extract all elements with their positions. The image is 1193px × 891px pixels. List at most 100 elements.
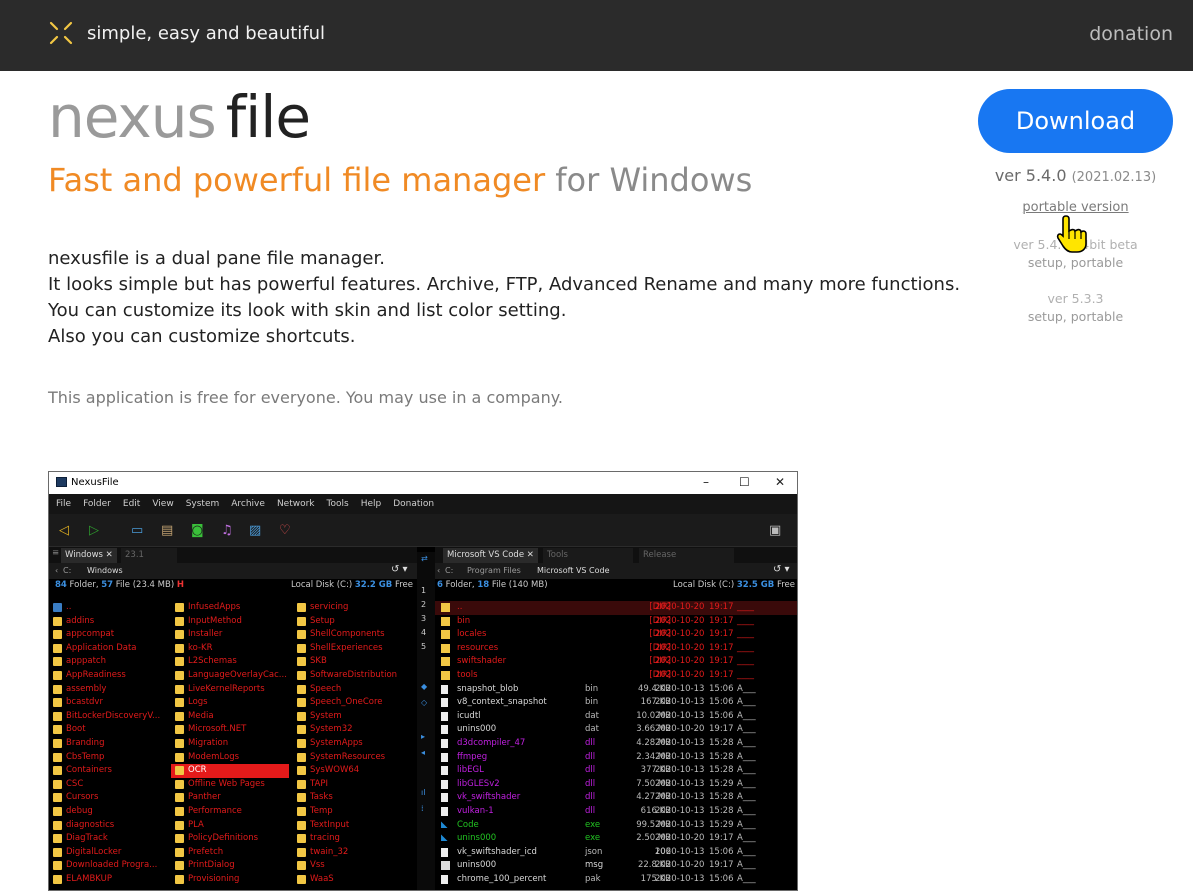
file-row[interactable]: locales [DIR] 2020-10-20 19:17 ____	[435, 628, 797, 642]
folder-item[interactable]: Tasks	[293, 791, 411, 805]
folder-item[interactable]: System	[293, 710, 411, 724]
menu-archive[interactable]: Archive	[231, 499, 265, 509]
file-row[interactable]: resources [DIR] 2020-10-20 19:17 ____	[435, 642, 797, 656]
folder-item[interactable]: SystemApps	[293, 737, 411, 751]
file-row[interactable]: unins000 dat 3.66 MB 2020-10-20 19:17 A___	[435, 723, 797, 737]
folder-item[interactable]: System32	[293, 723, 411, 737]
file-row[interactable]: bin [DIR] 2020-10-20 19:17 ____	[435, 615, 797, 629]
folder-item[interactable]: BitLockerDiscoveryV...	[49, 710, 167, 724]
folder-item[interactable]: Migration	[171, 737, 289, 751]
folder-item[interactable]: SystemResources	[293, 751, 411, 765]
nexusfile-logo-icon[interactable]	[48, 20, 74, 46]
file-row[interactable]: tools [DIR] 2020-10-20 19:17 ____	[435, 669, 797, 683]
file-row[interactable]: libGLESv2 dll 7.50 MB 2020-10-13 15:29 A___	[435, 778, 797, 792]
file-row[interactable]: chrome_100_percent pak 175 KB 2020-10-13 15:…	[435, 873, 797, 887]
folder-item[interactable]: Media	[171, 710, 289, 724]
folder-item[interactable]: Application Data	[49, 642, 167, 656]
box-icon[interactable]: ▨	[249, 523, 261, 539]
old-download-links[interactable]: setup, portable	[978, 308, 1173, 326]
folder-item[interactable]: Vss	[293, 859, 411, 873]
heart-icon[interactable]: ♡	[279, 523, 291, 539]
folder-item[interactable]: tracing	[293, 832, 411, 846]
folder-item[interactable]: AppReadiness	[49, 669, 167, 683]
folder-item[interactable]: DigitalLocker	[49, 846, 167, 860]
menu-donation[interactable]: Donation	[393, 499, 434, 509]
folder-item[interactable]: ko-KR	[171, 642, 289, 656]
folder-item[interactable]: Downloaded Progra...	[49, 859, 167, 873]
close-icon[interactable]: ✕	[775, 475, 785, 489]
folder-item[interactable]: ..	[49, 601, 167, 615]
file-row[interactable]: vk_swiftshader_icd json 106 2020-10-13 15:06…	[435, 846, 797, 860]
folder-item[interactable]: Prefetch	[171, 846, 289, 860]
file-row[interactable]: swiftshader [DIR] 2020-10-20 19:17 ____	[435, 655, 797, 669]
folder-item[interactable]: PrintDialog	[171, 859, 289, 873]
file-row[interactable]: d3dcompiler_47 dll 4.28 MB 2020-10-13 15:28 A…	[435, 737, 797, 751]
folder-item[interactable]: Logs	[171, 696, 289, 710]
folder-item[interactable]: SKB	[293, 655, 411, 669]
folder-item[interactable]: Cursors	[49, 791, 167, 805]
maximize-icon[interactable]: ☐	[739, 475, 750, 489]
folder-item[interactable]: LanguageOverlayCac...	[171, 669, 289, 683]
folder-icon[interactable]: ▤	[161, 523, 173, 539]
music-icon[interactable]: ♫	[221, 523, 233, 539]
file-row[interactable]: vulkan-1 dll 616 KB 2020-10-13 15:28 A___	[435, 805, 797, 819]
file-row[interactable]: ◣ unins000 exe 2.50 MB 2020-10-20 19:17 A___	[435, 832, 797, 846]
menu-network[interactable]: Network	[277, 499, 315, 509]
folder-item[interactable]: twain_32	[293, 846, 411, 860]
minimize-icon[interactable]: –	[703, 475, 709, 489]
folder-item[interactable]: appcompat	[49, 628, 167, 642]
folder-item[interactable]: diagnostics	[49, 819, 167, 833]
folder-item[interactable]: OCR	[171, 764, 289, 778]
file-row[interactable]: ◣ Code exe 99.5 MB 2020-10-13 15:29 A___	[435, 819, 797, 833]
folder-item[interactable]: servicing	[293, 601, 411, 615]
folder-item[interactable]: PLA	[171, 819, 289, 833]
folder-item[interactable]: L2Schemas	[171, 655, 289, 669]
folder-item[interactable]: Temp	[293, 805, 411, 819]
folder-item[interactable]: Setup	[293, 615, 411, 629]
folder-item[interactable]: Microsoft.NET	[171, 723, 289, 737]
menu-view[interactable]: View	[152, 499, 173, 509]
file-row[interactable]: snapshot_blob bin 49.4 KB 2020-10-13 15:06 A_…	[435, 683, 797, 697]
folder-item[interactable]: apppatch	[49, 655, 167, 669]
file-row[interactable]: unins000 msg 22.8 KB 2020-10-20 19:17 A___	[435, 859, 797, 873]
folder-item[interactable]: SysWOW64	[293, 764, 411, 778]
folder-item[interactable]: Boot	[49, 723, 167, 737]
folder-item[interactable]: debug	[49, 805, 167, 819]
folder-item[interactable]: SoftwareDistribution	[293, 669, 411, 683]
folder-item[interactable]: Branding	[49, 737, 167, 751]
menu-tools[interactable]: Tools	[327, 499, 349, 509]
folder-item[interactable]: WaaS	[293, 873, 411, 887]
folder-item[interactable]: Panther	[171, 791, 289, 805]
menu-file[interactable]: File	[56, 499, 71, 509]
folder-item[interactable]: CSC	[49, 778, 167, 792]
folder-item[interactable]: DiagTrack	[49, 832, 167, 846]
folder-item[interactable]: InputMethod	[171, 615, 289, 629]
menu-system[interactable]: System	[186, 499, 220, 509]
pane-divider[interactable]: ⇄ 1 2 3 4 5 ◆ ◇ ▸ ◂ ıl ⁞	[417, 552, 435, 890]
folder-item[interactable]: TextInput	[293, 819, 411, 833]
file-row[interactable]: ffmpeg dll 2.34 MB 2020-10-13 15:28 A___	[435, 751, 797, 765]
folder-item[interactable]: Speech	[293, 683, 411, 697]
folder-item[interactable]: ELAMBKUP	[49, 873, 167, 887]
file-row[interactable]: icudtl dat 10.0 MB 2020-10-13 15:06 A___	[435, 710, 797, 724]
file-row[interactable]: .. [DIR] 2020-10-20 19:17 ____	[435, 601, 797, 615]
folder-item[interactable]: LiveKernelReports	[171, 683, 289, 697]
menu-help[interactable]: Help	[361, 499, 382, 509]
menu-folder[interactable]: Folder	[83, 499, 111, 509]
back-icon[interactable]: ◁	[59, 523, 69, 539]
menu-edit[interactable]: Edit	[123, 499, 140, 509]
folder-item[interactable]: CbsTemp	[49, 751, 167, 765]
forward-icon[interactable]: ▷	[89, 523, 99, 539]
camera-icon[interactable]: ◙	[191, 523, 204, 539]
folder-item[interactable]: ShellComponents	[293, 628, 411, 642]
folder-item[interactable]: InfusedApps	[171, 601, 289, 615]
folder-item[interactable]: Offline Web Pages	[171, 778, 289, 792]
folder-item[interactable]: addins	[49, 615, 167, 629]
folder-item[interactable]: assembly	[49, 683, 167, 697]
folder-item[interactable]: Speech_OneCore	[293, 696, 411, 710]
folder-item[interactable]: PolicyDefinitions	[171, 832, 289, 846]
file-row[interactable]: libEGL dll 377 KB 2020-10-13 15:28 A___	[435, 764, 797, 778]
file-row[interactable]: v8_context_snapshot bin 167 KB 2020-10-13 15…	[435, 696, 797, 710]
folder-item[interactable]: ShellExperiences	[293, 642, 411, 656]
download-button[interactable]: Download	[978, 89, 1173, 153]
